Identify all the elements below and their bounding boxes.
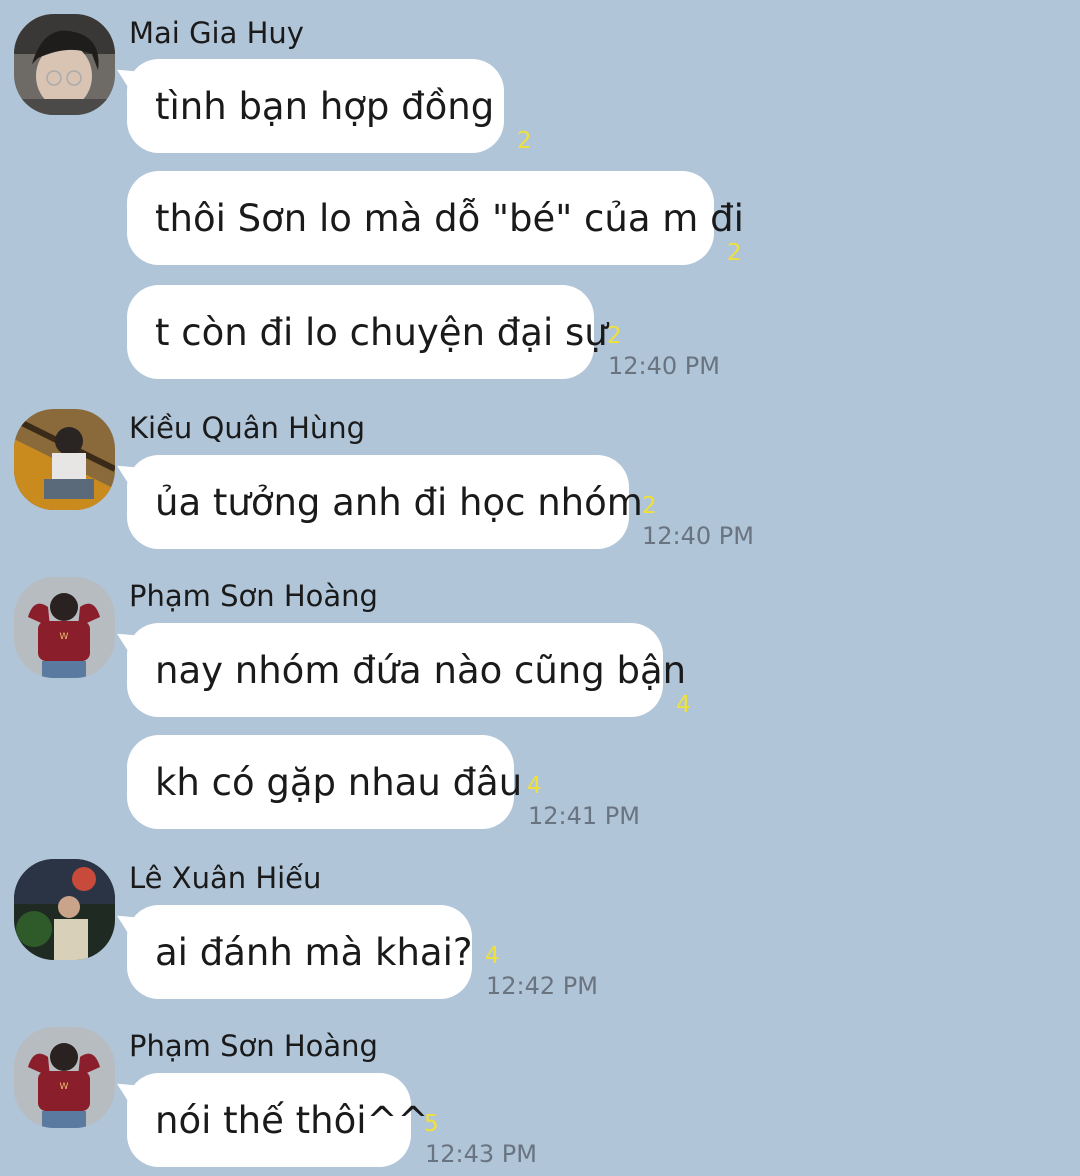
message-timestamp: 12:41 PM [528, 802, 640, 830]
unread-count: 5 [424, 1111, 439, 1137]
message-bubble[interactable]: nói thế thôi^^ [127, 1073, 429, 1167]
sender-name: Kiều Quân Hùng [129, 411, 366, 445]
message-bubble[interactable]: ủa tưởng anh đi học nhóm [127, 455, 643, 549]
message-bubble[interactable]: nay nhóm đứa nào cũng bận [127, 623, 686, 717]
message-timestamp: 12:40 PM [642, 522, 754, 550]
unread-count: 2 [607, 323, 622, 349]
avatar[interactable] [14, 859, 115, 960]
avatar[interactable]: W [14, 577, 115, 678]
message-timestamp: 12:43 PM [425, 1140, 537, 1168]
avatar[interactable] [14, 14, 115, 115]
unread-count: 4 [527, 773, 542, 799]
message-bubble[interactable]: thôi Sơn lo mà dỗ "bé" của m đi [127, 171, 744, 265]
unread-count: 2 [642, 493, 657, 519]
sender-name: Lê Xuân Hiếu [129, 861, 322, 895]
sender-name: Phạm Sơn Hoàng [129, 1029, 378, 1063]
sender-name: Mai Gia Huy [129, 16, 304, 50]
unread-count: 4 [485, 943, 500, 969]
avatar[interactable] [14, 409, 115, 510]
unread-count: 2 [517, 128, 532, 154]
message-bubble[interactable]: tình bạn hợp đồng [127, 59, 504, 153]
unread-count: 4 [676, 692, 691, 718]
message-bubble[interactable]: kh có gặp nhau đâu [127, 735, 522, 829]
message-bubble[interactable]: ai đánh mà khai? [127, 905, 472, 999]
unread-count: 2 [727, 240, 742, 266]
message-bubble[interactable]: t còn đi lo chuyện đại sự [127, 285, 608, 379]
message-timestamp: 12:40 PM [608, 352, 720, 380]
message-timestamp: 12:42 PM [486, 972, 598, 1000]
svg-text:W: W [60, 632, 69, 642]
avatar[interactable]: W [14, 1027, 115, 1128]
sender-name: Phạm Sơn Hoàng [129, 579, 378, 613]
svg-text:W: W [60, 1082, 69, 1092]
chat-message-list[interactable]: Mai Gia Huy tình bạn hợp đồng 2 thôi Sơn… [0, 0, 1080, 1176]
